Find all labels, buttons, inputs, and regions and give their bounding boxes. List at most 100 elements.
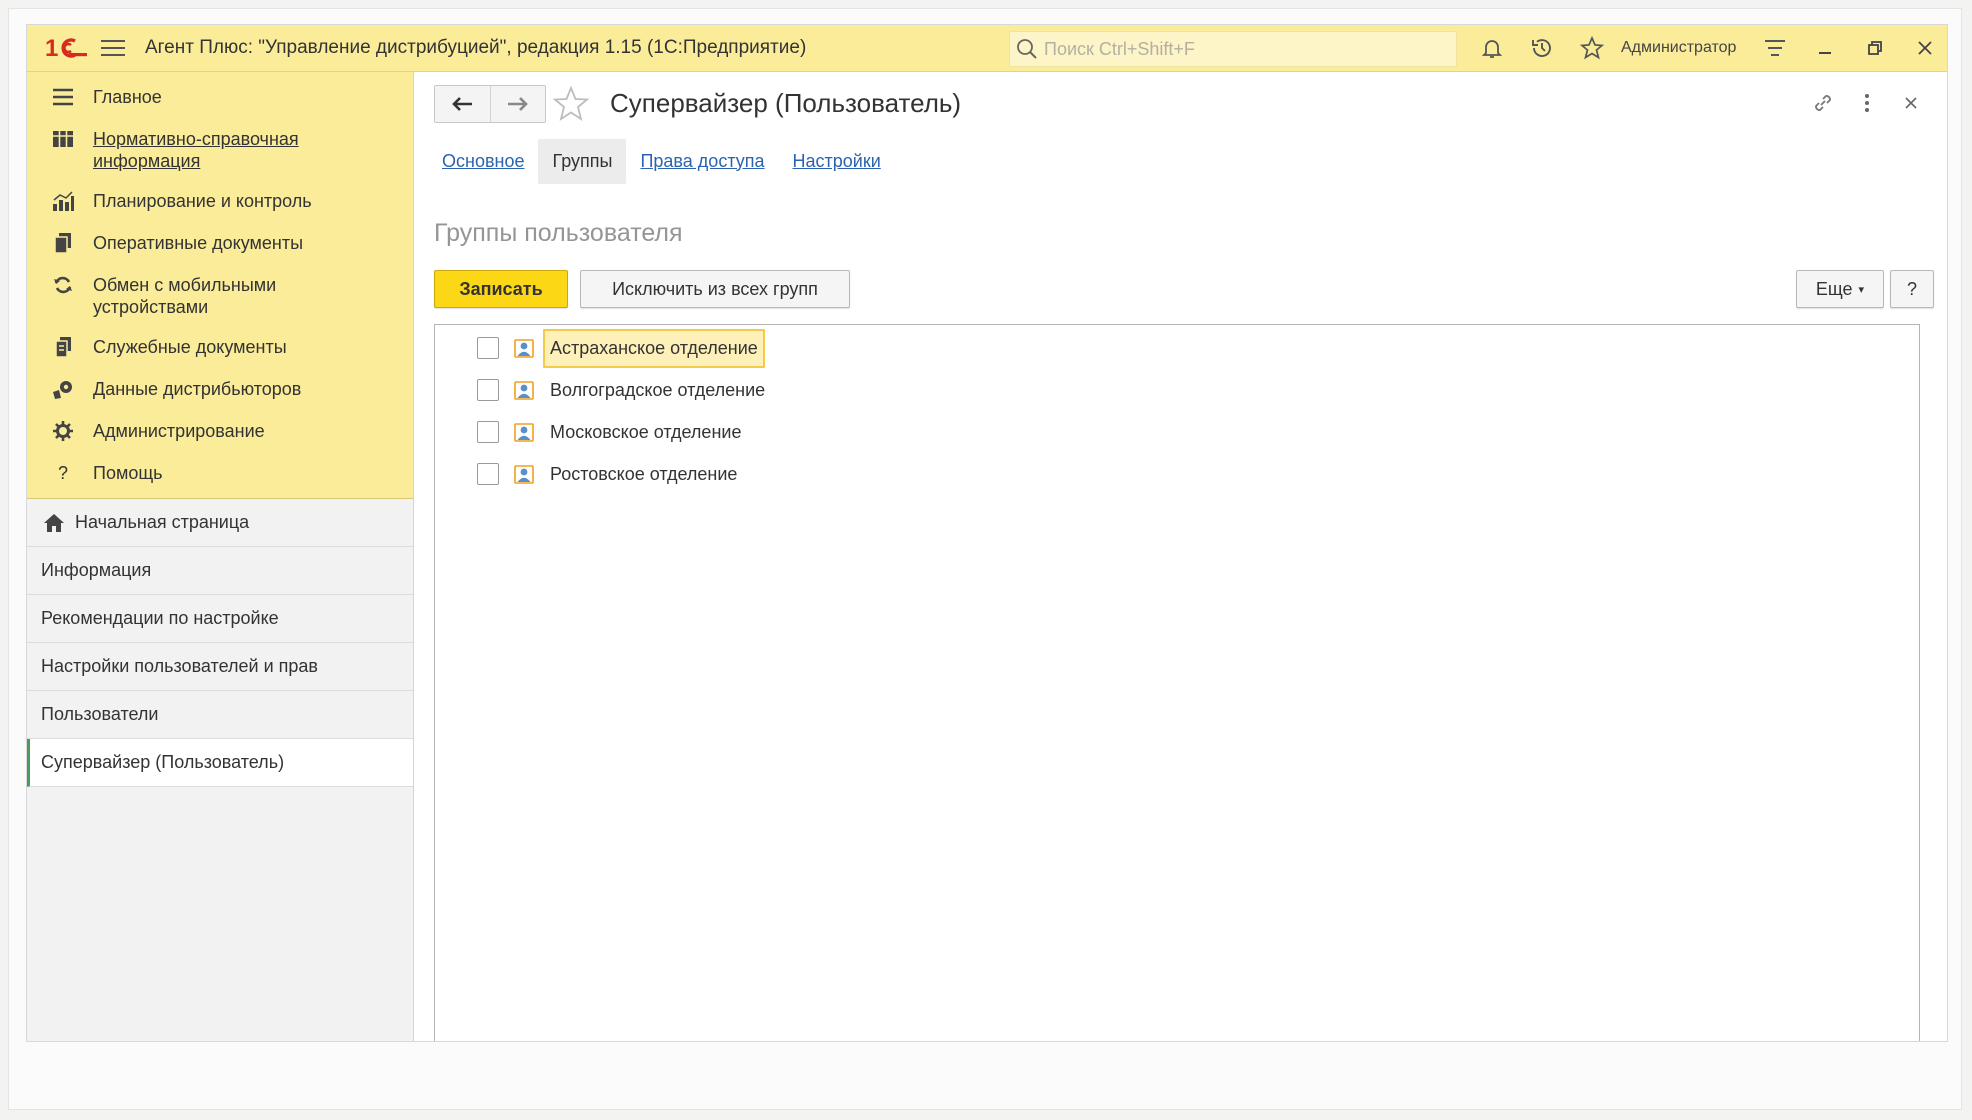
group-checkbox[interactable] [477, 463, 499, 485]
form-title: Супервайзер (Пользователь) [610, 88, 962, 118]
user-group-icon [514, 339, 534, 358]
home-icon [44, 513, 64, 532]
nav-item-label: Супервайзер (Пользователь) [41, 752, 285, 772]
minimize-icon[interactable] [1800, 25, 1850, 71]
restore-icon[interactable] [1850, 25, 1900, 71]
tab-groups[interactable]: Группы [538, 138, 627, 184]
section-label: Помощь [93, 463, 163, 483]
form-header-tools [1801, 84, 1933, 122]
distributor-icon [49, 376, 77, 402]
group-name[interactable]: Ростовское отделение [543, 455, 744, 494]
exclude-from-all-groups-button[interactable]: Исключить из всех групп [580, 270, 850, 308]
forward-button[interactable] [489, 86, 546, 122]
favorite-star-icon[interactable] [552, 85, 590, 127]
titlebar-tools: Администратор [1467, 25, 1947, 71]
nav-users[interactable]: Пользователи [27, 691, 413, 739]
form-tabs: Основное Группы Права доступа Настройки [428, 136, 895, 186]
section-label: Планирование и контроль [93, 191, 312, 211]
nav-item-label: Начальная страница [75, 512, 250, 532]
tab-main[interactable]: Основное [428, 139, 538, 184]
nav-home-page[interactable]: Начальная страница [27, 499, 413, 547]
chart-icon [49, 188, 77, 214]
user-group-icon [514, 465, 534, 484]
sections-panel: Главное Нормативно-справочная информация… [27, 72, 413, 499]
section-distributor-data[interactable]: Данные дистрибьюторов [27, 368, 413, 410]
list-item: Волгоградское отделение [435, 369, 1919, 411]
section-label: Служебные документы [93, 337, 287, 357]
form-area: Супервайзер (Пользователь) Основное Груп… [414, 72, 1947, 1041]
nav-item-label: Информация [41, 560, 152, 580]
app-settings-icon[interactable] [1750, 25, 1800, 71]
nav-supervisor-user[interactable]: Супервайзер (Пользователь) [27, 739, 413, 787]
section-heading: Группы пользователя [434, 219, 683, 247]
section-mobile-exchange[interactable]: Обмен с мобильными устройствами [27, 264, 413, 326]
current-user[interactable]: Администратор [1621, 39, 1736, 57]
close-window-icon[interactable] [1900, 25, 1947, 71]
more-vertical-icon[interactable] [1845, 84, 1889, 122]
arrow-left-icon [452, 97, 473, 111]
tab-access-rights[interactable]: Права доступа [626, 139, 778, 184]
group-name[interactable]: Волгоградское отделение [543, 371, 772, 410]
grid-icon [49, 126, 77, 152]
list-item: Астраханское отделение [435, 327, 1919, 369]
section-label: Обмен с мобильными устройствами [93, 275, 277, 317]
bell-icon[interactable] [1467, 25, 1517, 71]
app-window: 1 Агент Плюс: "Управление дистрибуцией",… [26, 24, 1948, 1042]
svg-text:1: 1 [45, 35, 58, 61]
title-bar: 1 Агент Плюс: "Управление дистрибуцией",… [27, 25, 1947, 72]
search-input[interactable] [1042, 37, 1426, 61]
close-form-icon[interactable] [1889, 84, 1933, 122]
link-icon[interactable] [1801, 84, 1845, 122]
service-docs-icon [49, 334, 77, 360]
search-icon [1017, 39, 1037, 59]
sidebar: Главное Нормативно-справочная информация… [27, 72, 414, 1041]
user-group-icon [514, 381, 534, 400]
section-operational-docs[interactable]: Оперативные документы [27, 222, 413, 264]
group-name[interactable]: Астраханское отделение [543, 328, 765, 368]
gear-icon [49, 418, 77, 444]
group-checkbox[interactable] [477, 421, 499, 443]
groups-list: Астраханское отделение Волгоградское отд… [434, 324, 1920, 1041]
user-group-icon [514, 423, 534, 442]
section-label: Нормативно-справочная информация [93, 129, 299, 171]
app-title: Агент Плюс: "Управление дистрибуцией", р… [145, 37, 807, 58]
command-bar: Записать Исключить из всех групп Еще ▾ ? [434, 270, 1934, 310]
section-label: Главное [93, 87, 162, 107]
list-item: Московское отделение [435, 411, 1919, 453]
help-button[interactable]: ? [1890, 270, 1934, 308]
history-icon[interactable] [1517, 25, 1567, 71]
group-checkbox[interactable] [477, 337, 499, 359]
section-administration[interactable]: Администрирование [27, 410, 413, 452]
sync-icon [49, 272, 77, 298]
favorites-star-icon[interactable] [1567, 25, 1617, 71]
nav-item-label: Пользователи [41, 704, 159, 724]
save-button[interactable]: Записать [434, 270, 568, 308]
section-label: Данные дистрибьюторов [93, 379, 302, 399]
list-item: Ростовское отделение [435, 453, 1919, 495]
open-windows-list: Начальная страница Информация Рекомендац… [27, 499, 413, 787]
section-help[interactable]: ? Помощь [27, 452, 413, 494]
main-menu-icon[interactable] [101, 36, 125, 60]
nav-information[interactable]: Информация [27, 547, 413, 595]
tab-settings[interactable]: Настройки [779, 139, 895, 184]
section-service-docs[interactable]: Служебные документы [27, 326, 413, 368]
arrow-right-icon [507, 97, 528, 111]
group-checkbox[interactable] [477, 379, 499, 401]
nav-item-label: Рекомендации по настройке [41, 608, 279, 628]
section-reference-data[interactable]: Нормативно-справочная информация [27, 118, 413, 180]
hamburger-icon [49, 84, 77, 110]
search-box[interactable] [1009, 31, 1457, 67]
1c-logo-icon[interactable]: 1 [45, 33, 89, 63]
section-label: Администрирование [93, 421, 265, 441]
nav-user-rights-settings[interactable]: Настройки пользователей и прав [27, 643, 413, 691]
more-button-label: Еще [1815, 278, 1853, 299]
back-button[interactable] [435, 86, 490, 122]
documents-icon [49, 230, 77, 256]
section-main[interactable]: Главное [27, 76, 413, 118]
section-label: Оперативные документы [93, 233, 304, 253]
group-name[interactable]: Московское отделение [543, 413, 748, 452]
more-button[interactable]: Еще ▾ [1796, 270, 1884, 308]
section-planning[interactable]: Планирование и контроль [27, 180, 413, 222]
question-icon: ? [57, 462, 68, 483]
nav-setup-recommendations[interactable]: Рекомендации по настройке [27, 595, 413, 643]
